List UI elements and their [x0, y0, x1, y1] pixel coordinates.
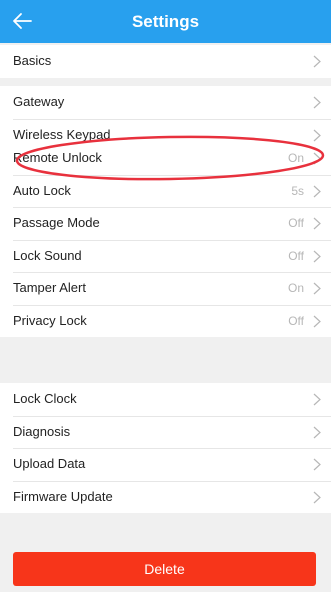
chevron-right-icon — [313, 185, 321, 197]
chevron-right-icon — [313, 315, 321, 327]
settings-row-lock-clock[interactable]: Lock Clock — [0, 383, 331, 416]
row-label: Wireless Keypad — [13, 126, 111, 142]
settings-group-lock-options: Remote Unlock On Auto Lock 5s Passage Mo… — [0, 142, 331, 337]
chevron-right-icon — [313, 426, 321, 438]
row-label: Remote Unlock — [13, 150, 102, 165]
chevron-right-icon — [313, 458, 321, 471]
row-label: Diagnosis — [13, 423, 71, 439]
row-value: 5s — [291, 183, 304, 198]
settings-row-privacy-lock[interactable]: Privacy Lock Off — [0, 304, 331, 338]
row-label: Firmware Update — [13, 488, 113, 504]
arrow-left-icon — [13, 13, 32, 29]
row-label: Tamper Alert — [13, 280, 86, 295]
chevron-right-icon — [313, 250, 321, 262]
settings-row-auto-lock[interactable]: Auto Lock 5s — [0, 174, 331, 208]
chevron-right-icon — [313, 393, 321, 406]
chevron-right-icon — [313, 217, 321, 230]
settings-row-diagnosis[interactable]: Diagnosis — [0, 415, 331, 449]
settings-group-basics: Basics — [0, 45, 331, 78]
settings-row-tamper-alert[interactable]: Tamper Alert On — [0, 272, 331, 305]
header-bar: Settings — [0, 0, 331, 43]
settings-row-gateway[interactable]: Gateway — [0, 86, 331, 119]
settings-group-maintenance: Lock Clock Diagnosis Upload Data Firmwar… — [0, 383, 331, 513]
row-label: Gateway — [13, 94, 65, 109]
settings-row-upload-data[interactable]: Upload Data — [0, 448, 331, 481]
chevron-right-icon — [313, 152, 321, 165]
settings-row-basics[interactable]: Basics — [0, 45, 331, 78]
settings-row-lock-sound[interactable]: Lock Sound Off — [0, 239, 331, 273]
row-label: Privacy Lock — [13, 312, 87, 328]
back-button[interactable] — [6, 6, 38, 36]
row-value: Off — [288, 248, 304, 263]
row-value: Off — [288, 313, 304, 328]
chevron-right-icon — [313, 129, 321, 141]
chevron-right-icon — [313, 55, 321, 68]
row-label: Upload Data — [13, 456, 86, 471]
chevron-right-icon — [313, 96, 321, 109]
row-label: Auto Lock — [13, 182, 71, 198]
row-label: Lock Clock — [13, 391, 77, 406]
row-value: Off — [288, 216, 304, 230]
chevron-right-icon — [313, 282, 321, 295]
row-label: Passage Mode — [13, 215, 100, 230]
settings-row-remote-unlock[interactable]: Remote Unlock On — [0, 142, 331, 175]
row-label: Lock Sound — [13, 247, 82, 263]
page-title: Settings — [131, 12, 200, 31]
chevron-right-icon — [313, 491, 321, 503]
row-value: On — [287, 151, 304, 165]
settings-row-passage-mode[interactable]: Passage Mode Off — [0, 207, 331, 240]
delete-button[interactable]: Delete — [13, 552, 316, 586]
row-label: Basics — [13, 53, 52, 68]
row-value: On — [287, 281, 304, 295]
settings-row-firmware-update[interactable]: Firmware Update — [0, 480, 331, 514]
